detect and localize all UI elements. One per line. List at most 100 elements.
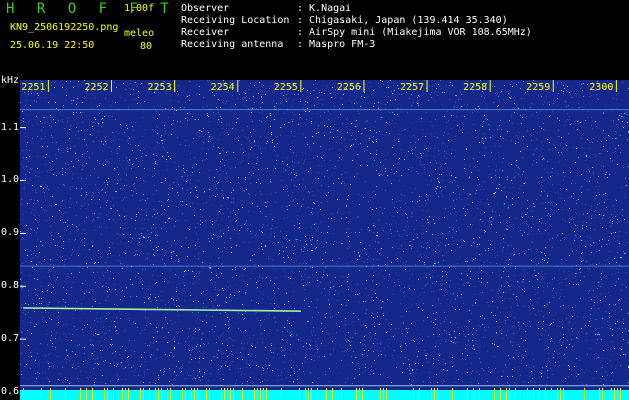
bottom-band-spike [107, 388, 108, 400]
bottom-band-spike [602, 388, 603, 400]
bottom-band-spike [362, 388, 363, 400]
bottom-band-spike [419, 388, 420, 400]
bottom-band-fill [20, 390, 629, 400]
bottom-band-spike [563, 388, 564, 400]
antenna-value: : Maspro FM-3 [297, 39, 376, 50]
y-tick-label-0: 1.1 [1, 121, 20, 133]
x-tick-label-2: 2253 [148, 82, 172, 93]
bottom-band-spike [599, 388, 600, 400]
bottom-band-spike [545, 388, 546, 400]
spectrogram-background [20, 80, 629, 400]
bottom-band-spike [611, 388, 612, 400]
bottom-band-spike [191, 388, 192, 400]
bottom-band-spike [155, 388, 156, 400]
y-tick-label-1: 1.0 [1, 174, 20, 186]
bottom-band-spike [92, 388, 93, 400]
bottom-band-spike [356, 388, 357, 400]
bottom-band-spike [431, 388, 432, 400]
bottom-band-spike [254, 388, 255, 400]
y-tick-label-3: 0.8 [1, 280, 20, 292]
bottom-band-spike [125, 388, 126, 400]
bottom-band-spike [167, 388, 168, 400]
y-tick-label-4: 0.7 [1, 333, 20, 345]
bottom-band-spike [317, 388, 318, 400]
bottom-band-spike [260, 388, 261, 400]
bottom-band-spike [263, 388, 264, 400]
datetime-label: 25.06.19 22:50 [10, 40, 95, 51]
bottom-band-spike [113, 388, 114, 400]
bottom-band-spike [527, 388, 528, 400]
bottom-band-spike [479, 388, 480, 400]
bottom-band-spike [305, 388, 306, 400]
observer-value: : K.Nagai [297, 3, 352, 14]
bottom-band-spike [257, 388, 258, 400]
y-tick-label-2: 0.9 [1, 227, 20, 239]
bottom-band-spike [584, 388, 585, 400]
location-label: Receiving Location [181, 15, 290, 26]
spectrogram: 2251 2252 2253 2254 2255 2256 2257 2258 2259 2300 [20, 80, 629, 400]
bottom-band-spike [224, 388, 225, 400]
bottom-band-spike [23, 388, 24, 400]
bottom-band-spike [185, 388, 186, 400]
bottom-band-spike [614, 388, 615, 400]
version-label: 1.00f [124, 3, 155, 14]
bottom-band-spike [620, 388, 621, 400]
mode-label: meleo [124, 28, 155, 39]
observer-label: Observer [181, 3, 230, 14]
bottom-band-spike [500, 388, 501, 400]
bottom-band-spike [149, 388, 150, 400]
bottom-band-spike [206, 388, 207, 400]
x-tick-label-4: 2255 [274, 82, 298, 93]
x-tick-label-3: 2254 [211, 82, 235, 93]
x-tick-label-6: 2257 [400, 82, 424, 93]
bottom-band-spike [434, 388, 435, 400]
bottom-band-spike [233, 388, 234, 400]
antenna-label: Receiving antenna [181, 39, 284, 50]
mode-value: 80 [140, 41, 153, 52]
x-tick-label-8: 2259 [526, 82, 550, 93]
bottom-band-spike [452, 388, 453, 400]
bottom-band-spike [266, 388, 267, 400]
x-tick-label-7: 2258 [463, 82, 487, 93]
bottom-band-spike [509, 388, 510, 400]
bottom-band-spike [308, 388, 309, 400]
bottom-band-spike [413, 388, 414, 400]
bottom-band-spike [437, 388, 438, 400]
bottom-band-spike [209, 388, 210, 400]
bottom-band-spike [473, 388, 474, 400]
bottom-band-spike [242, 388, 243, 400]
filename-label: KN9_2506192250.png [10, 22, 119, 33]
bottom-band-spike [194, 388, 195, 400]
bottom-band-spike [128, 388, 129, 400]
bottom-band-spike [143, 388, 144, 400]
bottom-band-spike [326, 388, 327, 400]
bottom-band-spike [311, 388, 312, 400]
bottom-band-spike [383, 388, 384, 400]
bottom-band-spike [557, 388, 558, 400]
hrofft-window: H R O F F T 1.00f KN9_2506192250.png 25.… [0, 0, 629, 400]
bottom-band-spike [515, 388, 516, 400]
location-value: : Chigasaki, Japan (139.414 35.340) [297, 15, 508, 26]
bottom-band-spike [86, 388, 87, 400]
bottom-band-spike [386, 388, 387, 400]
bottom-band-spike [230, 388, 231, 400]
bottom-band-spike [227, 388, 228, 400]
bottom-band-spike [122, 388, 123, 400]
bottom-band-spike [104, 388, 105, 400]
bottom-band-spike [467, 388, 468, 400]
bottom-band-spike [158, 388, 159, 400]
bottom-band-spike [299, 388, 300, 400]
bottom-band-spike [551, 388, 552, 400]
bottom-band-spike [182, 388, 183, 400]
bottom-band-spike [161, 388, 162, 400]
bottom-band-spike [380, 388, 381, 400]
x-tick-label-9: 2300 [589, 82, 613, 93]
bottom-band-spike [197, 388, 198, 400]
bottom-band-spike [65, 388, 66, 400]
bottom-band-spike [80, 388, 81, 400]
bottom-band-spike [281, 388, 282, 400]
y-axis-unit: kHz [1, 75, 20, 86]
bottom-band-spike [341, 388, 342, 400]
x-tick-label-0: 2251 [21, 82, 45, 93]
bottom-band-spike [50, 388, 51, 400]
